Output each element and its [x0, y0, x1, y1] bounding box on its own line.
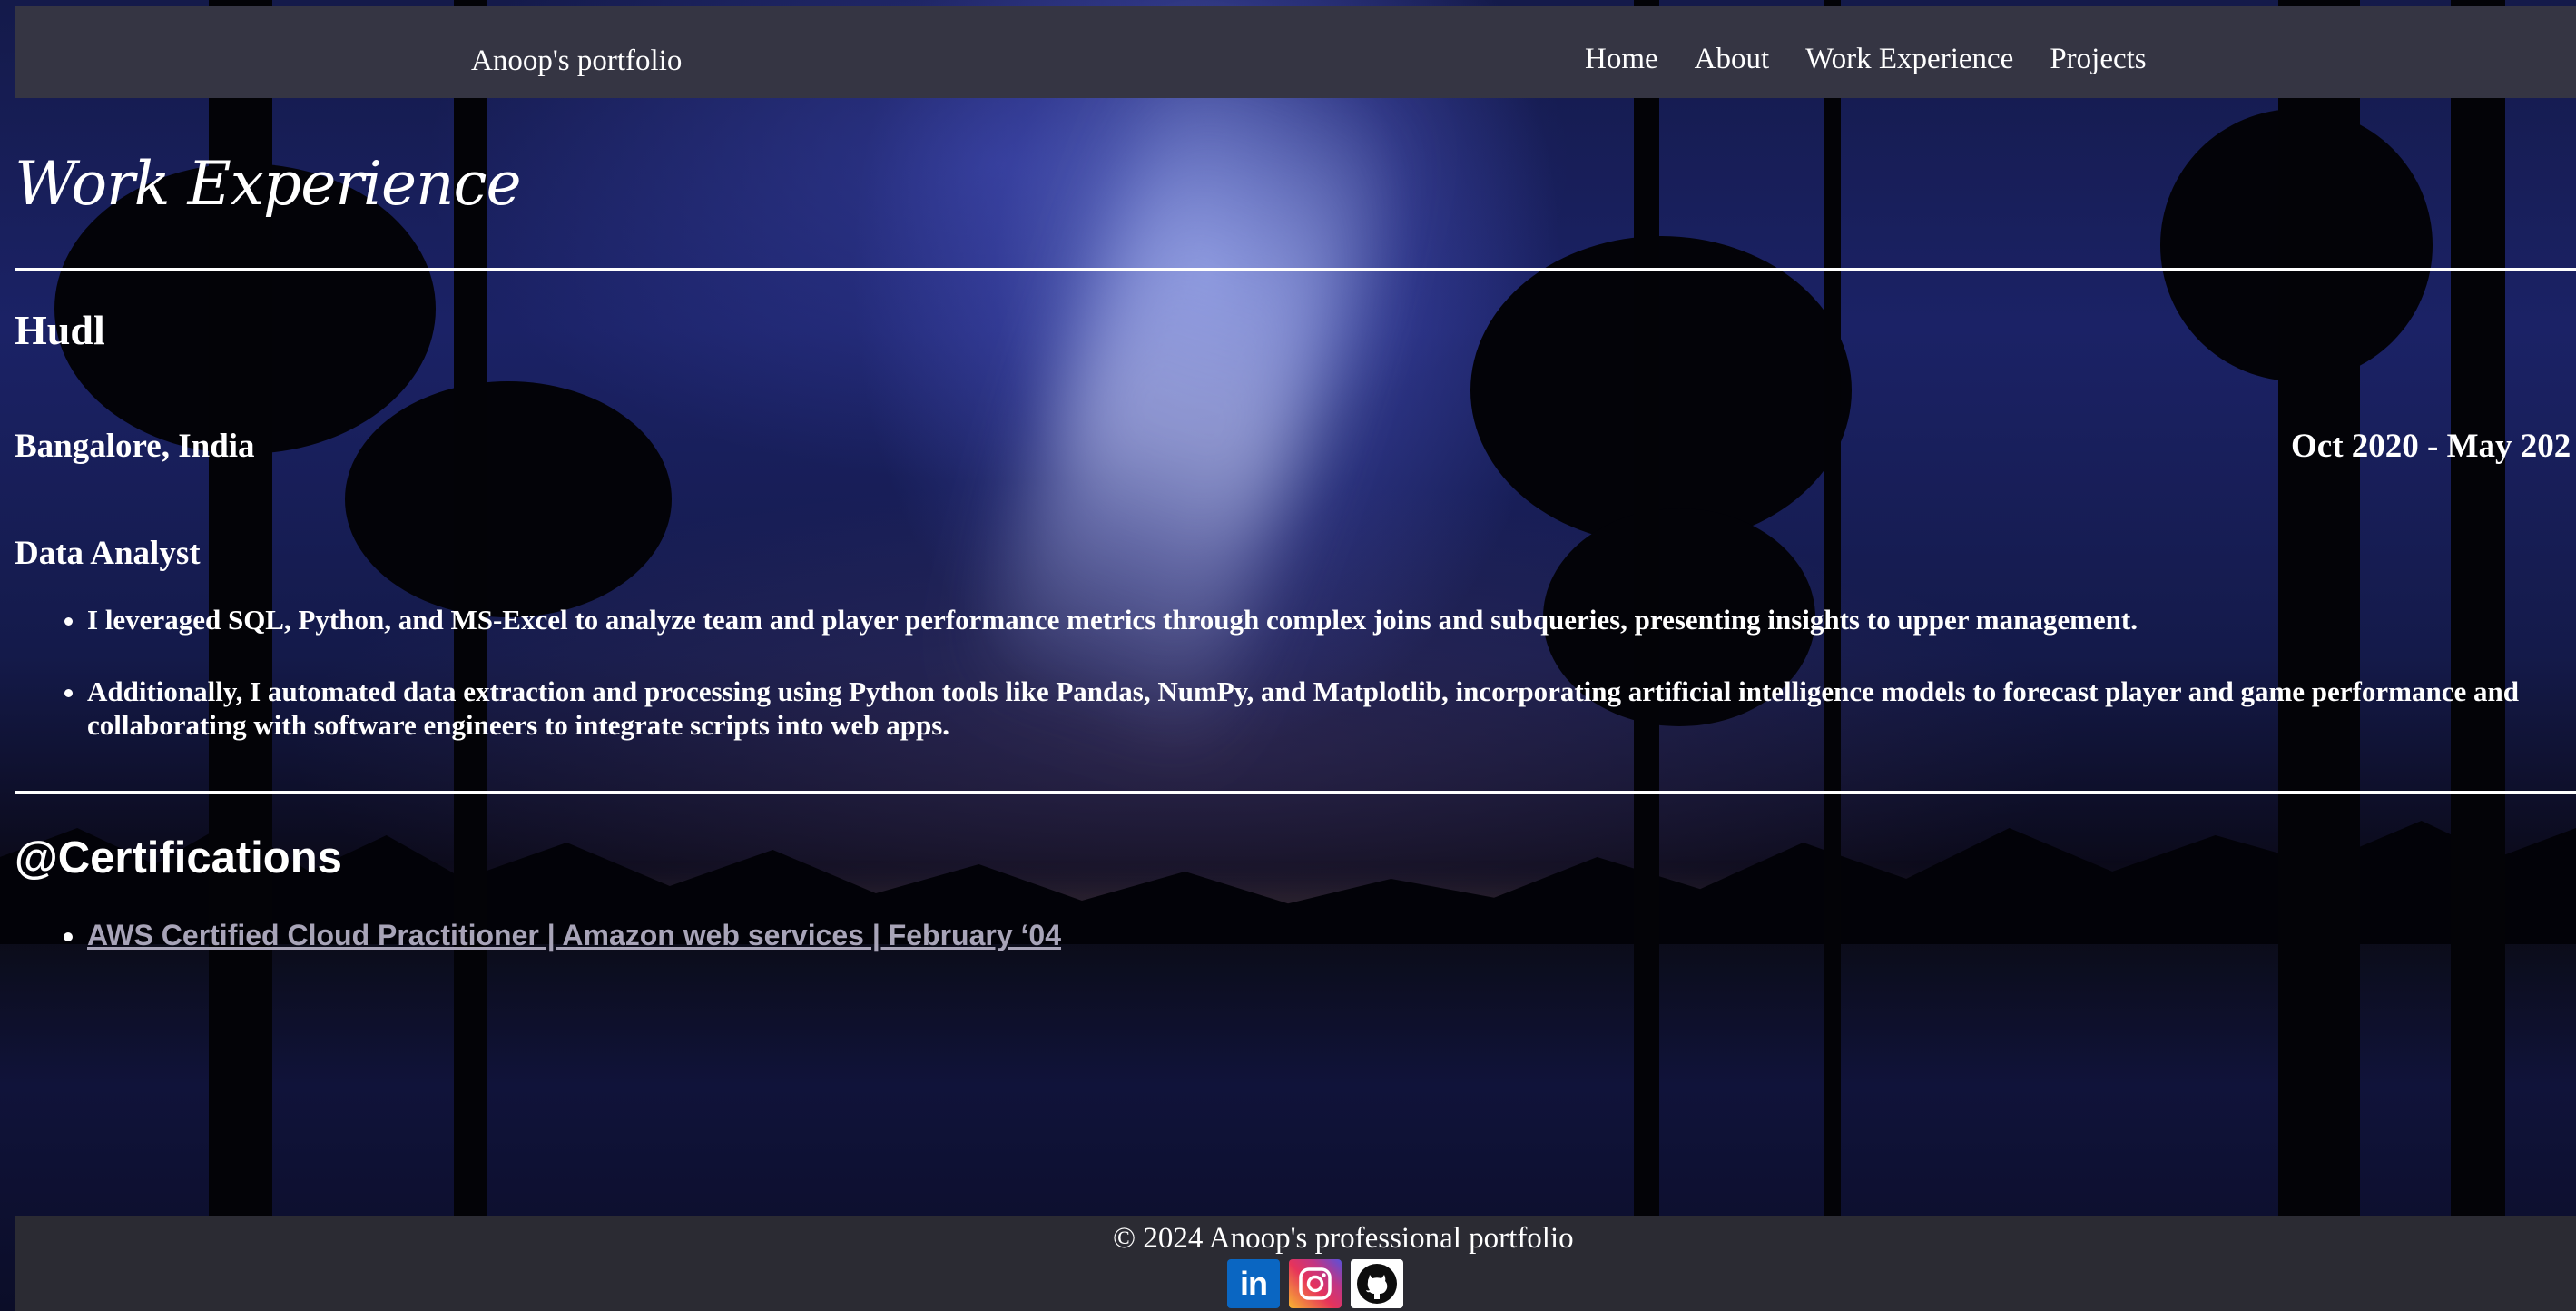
job-location: Bangalore, India — [15, 428, 255, 465]
top-navbar: Anoop's portfolio Home About Work Experi… — [15, 6, 2576, 98]
certifications-title: @Certifications — [15, 833, 342, 882]
nav-links: Home About Work Experience Projects — [1585, 39, 2147, 79]
nav-link-home[interactable]: Home — [1585, 39, 1658, 79]
list-item: AWS Certified Cloud Practitioner | Amazo… — [87, 915, 1061, 955]
certification-link[interactable]: AWS Certified Cloud Practitioner | Amazo… — [87, 919, 1061, 951]
list-item: Additionally, I automated data extractio… — [87, 675, 2556, 742]
instagram-glyph — [1299, 1267, 1332, 1300]
tree-foliage — [1470, 236, 1852, 545]
footer: © 2024 Anoop's professional portfolio in — [15, 1216, 2576, 1311]
divider — [15, 268, 2576, 271]
certifications-list: AWS Certified Cloud Practitioner | Amazo… — [15, 915, 1061, 955]
nav-link-work-experience[interactable]: Work Experience — [1805, 39, 2013, 79]
site-brand[interactable]: Anoop's portfolio — [471, 41, 682, 81]
divider — [15, 791, 2576, 794]
job-dates: Oct 2020 - May 202 — [2291, 428, 2571, 465]
job-role: Data Analyst — [15, 535, 201, 572]
social-links: in — [1227, 1259, 1403, 1308]
instagram-icon[interactable] — [1289, 1259, 1342, 1308]
job-responsibilities: I leveraged SQL, Python, and MS-Excel to… — [15, 603, 2556, 742]
github-glyph — [1357, 1264, 1397, 1304]
linkedin-icon[interactable]: in — [1227, 1259, 1280, 1308]
section-title: Work Experience — [15, 149, 522, 219]
tree-foliage — [345, 381, 672, 617]
github-icon[interactable] — [1351, 1259, 1403, 1308]
copyright-text: © 2024 Anoop's professional portfolio — [1113, 1222, 1574, 1255]
company-name: Hudl — [15, 307, 105, 353]
nav-link-about[interactable]: About — [1695, 39, 1770, 79]
list-item: I leveraged SQL, Python, and MS-Excel to… — [87, 603, 2556, 636]
linkedin-glyph: in — [1240, 1265, 1268, 1302]
nav-link-projects[interactable]: Projects — [2050, 39, 2146, 79]
